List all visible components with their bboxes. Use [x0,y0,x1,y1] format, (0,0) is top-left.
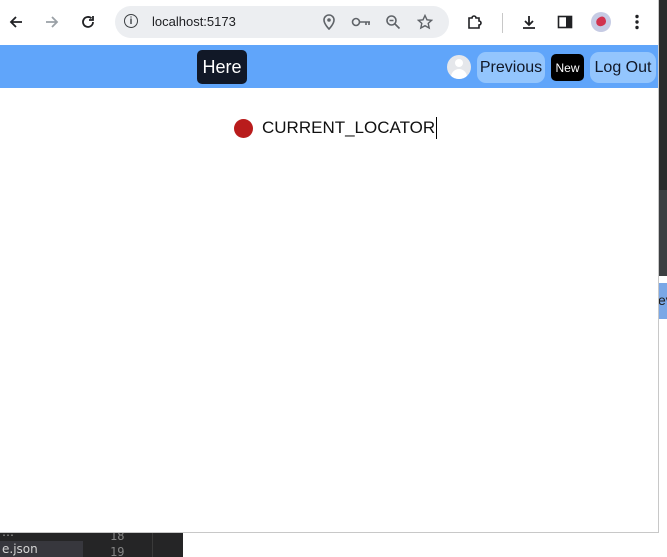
browser-window: i localhost:5173 Here Previous New Log O… [0,0,659,533]
background-file-partial: … [2,533,14,539]
status-dot-icon [234,118,253,138]
background-file-item[interactable]: e.json [0,541,83,557]
address-bar[interactable]: i localhost:5173 [115,6,449,38]
key-icon[interactable] [350,11,372,33]
toolbar-separator [502,13,503,33]
kebab-menu-icon[interactable] [624,9,650,35]
logout-button[interactable]: Log Out [590,52,656,83]
editor-gutter [152,533,153,557]
new-button[interactable]: New [551,54,584,81]
side-panel-icon[interactable] [552,9,578,35]
download-icon[interactable] [516,9,542,35]
background-editor: … e.json 18 19 [0,533,183,557]
star-icon[interactable] [414,11,436,33]
line-number: 19 [110,545,125,557]
zoom-icon[interactable] [382,11,404,33]
arrow-left-icon[interactable] [3,9,29,35]
main-content: CURRENT_LOCATOR [0,88,658,532]
puzzle-icon[interactable] [462,9,488,35]
previous-button[interactable]: Previous [477,52,545,83]
info-icon[interactable]: i [124,14,138,28]
background-window-tab: ev [658,283,667,319]
here-button[interactable]: Here [197,50,247,84]
app-navbar: Here Previous New Log Out [0,45,658,88]
reload-icon[interactable] [75,9,101,35]
location-pin-icon[interactable] [318,11,340,33]
text-caret [436,117,438,139]
user-avatar-icon[interactable] [447,55,471,79]
line-number: 18 [110,533,125,543]
locator-row: CURRENT_LOCATOR [234,117,438,139]
arrow-right-icon[interactable] [39,9,65,35]
background-window-panel [659,190,667,276]
browser-toolbar: i localhost:5173 [0,0,658,45]
url-text[interactable]: localhost:5173 [152,14,236,29]
locator-text[interactable]: CURRENT_LOCATOR [262,118,435,138]
profile-avatar-icon[interactable] [591,12,611,32]
